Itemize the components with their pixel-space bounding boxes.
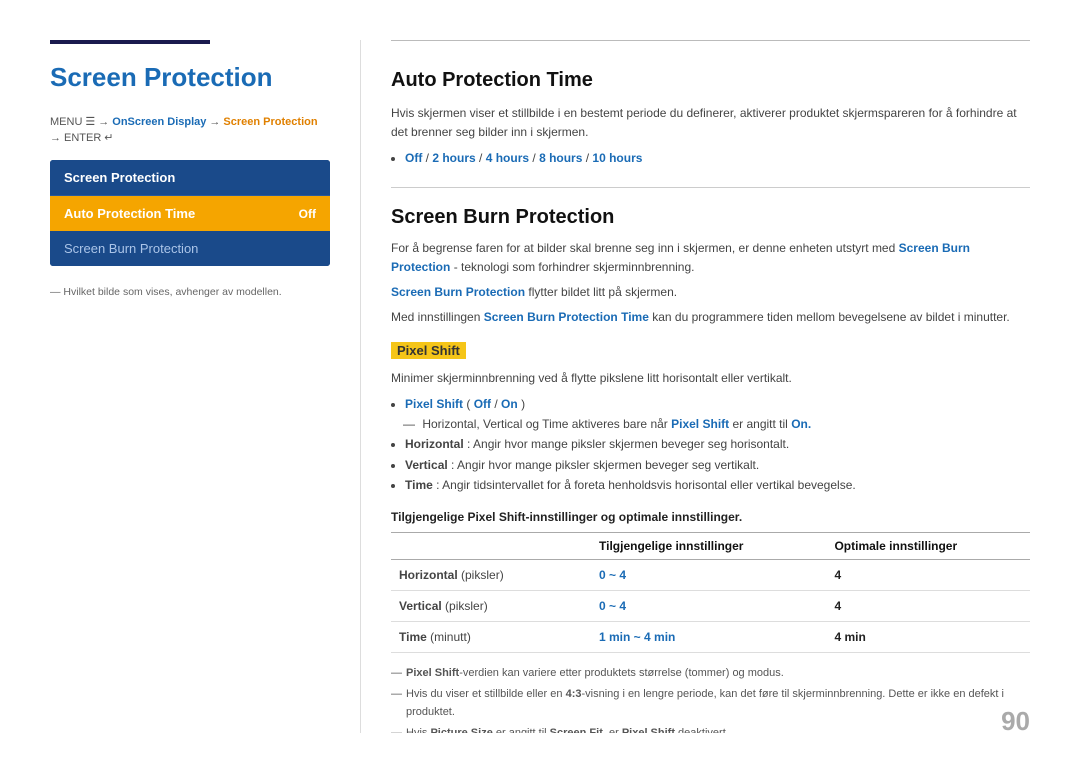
screen-burn-desc2: Screen Burn Protection flytter bildet li…: [391, 283, 1030, 302]
bullet-horizontal-vertical-time: ― Horizontal, Vertical og Time aktiveres…: [403, 414, 1030, 434]
auto-protection-section: Auto Protection Time Hvis skjermen viser…: [391, 69, 1030, 169]
screen-burn-section: Screen Burn Protection For å begrense fa…: [391, 206, 1030, 733]
bullet-horizontal: Horizontal : Angir hvor mange piksler sk…: [405, 434, 1030, 454]
table-caption: Tilgjengelige Pixel Shift-innstillinger …: [391, 510, 1030, 524]
screen-burn-link2: Screen Burn Protection: [391, 285, 525, 299]
screen-burn-desc3: Med innstillingen Screen Burn Protection…: [391, 308, 1030, 327]
footnotes-section: ― Pixel Shift-verdien kan variere etter …: [391, 665, 1030, 733]
table-header-available: Tilgjengelige innstillinger: [591, 532, 826, 559]
menu-icon: ☰: [85, 115, 95, 128]
menu-label: MENU: [50, 116, 82, 128]
bullet-vertical: Vertical : Angir hvor mange piksler skje…: [405, 455, 1030, 475]
onscreen-display-link[interactable]: OnScreen Display: [112, 116, 206, 128]
auto-protection-title: Auto Protection Time: [391, 69, 1030, 92]
footnote-1: ― Pixel Shift-verdien kan variere etter …: [391, 665, 1030, 683]
top-bar-right: [391, 40, 1030, 41]
table-cell-time-available: 1 min ~ 4 min: [591, 621, 826, 652]
arrow-3: →: [50, 132, 61, 144]
footnote-3: ― Hvis Picture Size er angitt til Screen…: [391, 725, 1030, 733]
table-cell-time-label: Time (minutt): [391, 621, 591, 652]
table-row: Time (minutt) 1 min ~ 4 min 4 min: [391, 621, 1030, 652]
table-cell-horizontal-optimal: 4: [826, 559, 1030, 590]
arrow-2: →: [209, 116, 220, 128]
right-panel: Auto Protection Time Hvis skjermen viser…: [360, 40, 1030, 733]
screen-burn-title: Screen Burn Protection: [391, 206, 1030, 229]
menu-item-label: Auto Protection Time: [64, 206, 195, 221]
pixel-shift-table-section: Tilgjengelige Pixel Shift-innstillinger …: [391, 510, 1030, 653]
table-cell-vertical-label: Vertical (piksler): [391, 590, 591, 621]
table-cell-time-optimal: 4 min: [826, 621, 1030, 652]
pixel-shift-desc: Minimer skjerminnbrenning ved å flytte p…: [391, 369, 1030, 388]
option-8h: 8 hours: [539, 151, 582, 165]
divider-1: [391, 187, 1030, 188]
pixel-shift-bullets: Pixel Shift ( Off / On ) ― Horizontal, V…: [405, 394, 1030, 496]
left-footnote: ― Hvilket bilde som vises, avhenger av m…: [50, 286, 330, 298]
top-bar-left: [50, 40, 210, 44]
table-cell-vertical-optimal: 4: [826, 590, 1030, 621]
menu-box-header: Screen Protection: [50, 160, 330, 196]
enter-label: ENTER: [64, 132, 101, 144]
table-cell-horizontal-available: 0 ~ 4: [591, 559, 826, 590]
pixel-shift-section: Pixel Shift Minimer skjerminnbrenning ve…: [391, 342, 1030, 733]
page-title: Screen Protection: [50, 62, 330, 93]
option-4h: 4 hours: [486, 151, 529, 165]
left-panel: Screen Protection MENU ☰ → OnScreen Disp…: [50, 40, 360, 733]
arrow-1: →: [98, 116, 109, 128]
pixel-shift-badge: Pixel Shift: [391, 342, 466, 359]
enter-icon: ↵: [104, 131, 113, 144]
table-cell-horizontal-label: Horizontal (piksler): [391, 559, 591, 590]
option-10h: 10 hours: [592, 151, 642, 165]
footnote-2: ― Hvis du viser et stillbilde eller en 4…: [391, 686, 1030, 721]
option-2h: 2 hours: [432, 151, 475, 165]
table-cell-vertical-available: 0 ~ 4: [591, 590, 826, 621]
menu-item-auto-protection[interactable]: Auto Protection Time Off: [50, 196, 330, 231]
table-header-optimal: Optimale innstillinger: [826, 532, 1030, 559]
menu-path: MENU ☰ → OnScreen Display → Screen Prote…: [50, 115, 330, 144]
menu-item-label-2: Screen Burn Protection: [64, 241, 198, 256]
menu-item-screen-burn[interactable]: Screen Burn Protection: [50, 231, 330, 266]
screen-burn-desc1: For å begrense faren for at bilder skal …: [391, 239, 1030, 277]
option-off: Off: [405, 151, 422, 165]
page-number: 90: [1001, 706, 1030, 737]
bullet-time: Time : Angir tidsintervallet for å foret…: [405, 475, 1030, 495]
auto-protection-desc: Hvis skjermen viser et stillbilde i en b…: [391, 104, 1030, 142]
pixel-shift-table: Tilgjengelige innstillinger Optimale inn…: [391, 532, 1030, 653]
screen-burn-time-link: Screen Burn Protection Time: [484, 310, 649, 324]
screen-protection-link[interactable]: Screen Protection: [223, 116, 317, 128]
menu-item-value: Off: [299, 207, 316, 221]
table-row: Vertical (piksler) 0 ~ 4 4: [391, 590, 1030, 621]
table-header-name: [391, 532, 591, 559]
bullet-pixel-shift-onoff: Pixel Shift ( Off / On ): [405, 394, 1030, 414]
table-row: Horizontal (piksler) 0 ~ 4 4: [391, 559, 1030, 590]
menu-box: Screen Protection Auto Protection Time O…: [50, 160, 330, 266]
auto-protection-options: Off / 2 hours / 4 hours / 8 hours / 10 h…: [405, 148, 1030, 168]
